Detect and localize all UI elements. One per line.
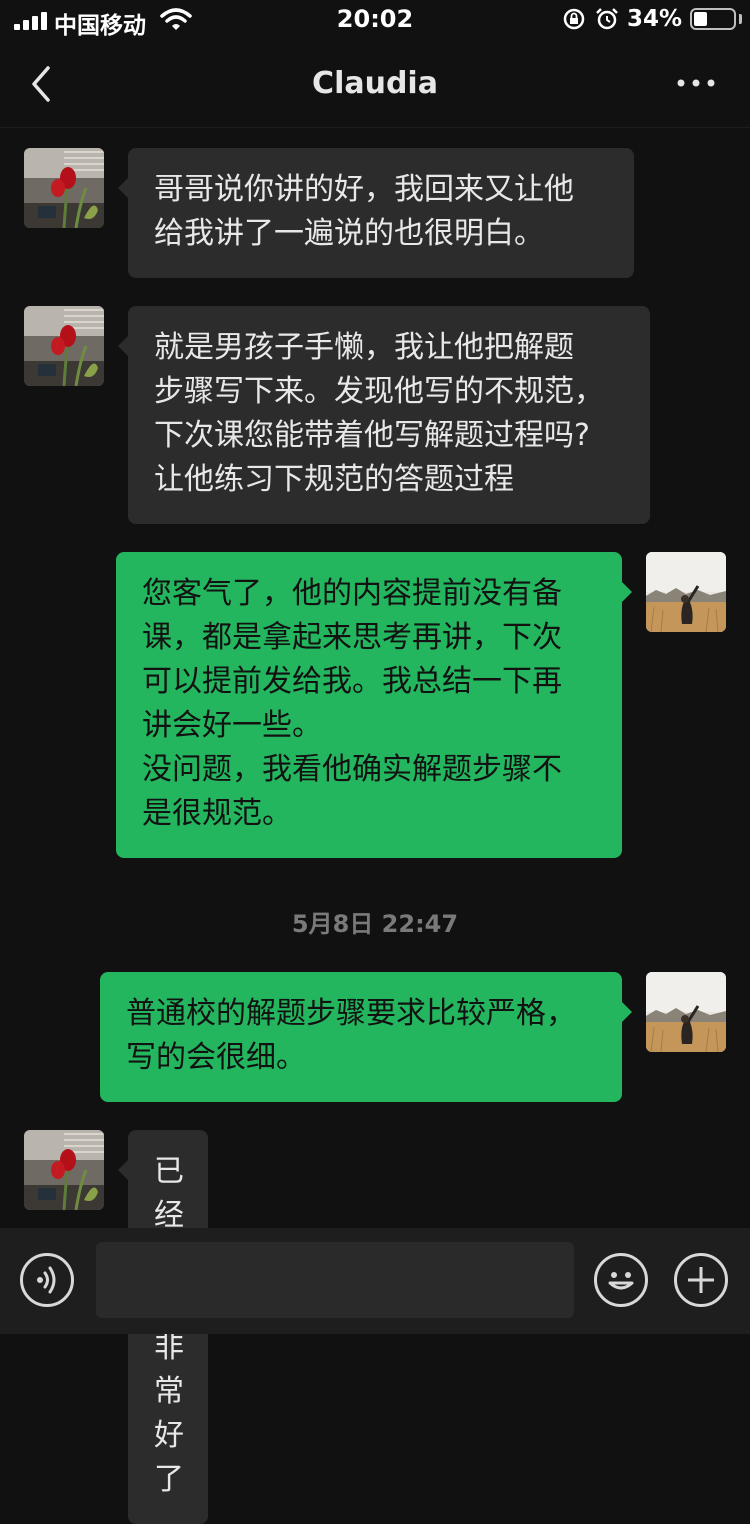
battery-icon <box>690 8 736 30</box>
message-input[interactable] <box>96 1242 574 1318</box>
field-avatar-image <box>646 972 726 1052</box>
field-avatar-image <box>646 552 726 632</box>
message-bubble[interactable]: 您客气了，他的内容提前没有备 课，都是拿起来思考再讲，下次 可以提前发给我。我总… <box>116 552 622 858</box>
message-bubble[interactable]: 哥哥说你讲的好，我回来又让他 给我讲了一遍说的也很明白。 <box>128 148 634 278</box>
emoji-icon <box>608 1272 634 1290</box>
message-bubble[interactable]: 就是男孩子手懒，我让他把解题 步骤写下来。发现他写的不规范， 下次课您能带着他写… <box>128 306 650 524</box>
avatar[interactable] <box>24 1130 104 1210</box>
ellipsis-icon[interactable] <box>676 78 716 88</box>
battery-fill <box>694 12 707 26</box>
avatar[interactable] <box>646 972 726 1052</box>
input-bar <box>0 1228 750 1334</box>
battery-tip <box>739 14 742 24</box>
bubble-tail <box>622 582 632 602</box>
emoji-button[interactable] <box>594 1253 648 1307</box>
status-bar: 中国移动 20:02 34% <box>0 0 750 40</box>
chat-title: Claudia <box>312 66 438 101</box>
plus-icon <box>688 1267 714 1293</box>
bubble-tail <box>118 336 128 356</box>
voice-icon <box>37 1266 56 1294</box>
message-bubble[interactable]: 普通校的解题步骤要求比较严格， 写的会很细。 <box>100 972 622 1102</box>
tulip-avatar-image <box>24 1130 104 1210</box>
tulip-avatar-image <box>24 306 104 386</box>
avatar[interactable] <box>646 552 726 632</box>
bubble-tail <box>118 1160 128 1180</box>
tulip-avatar-image <box>24 148 104 228</box>
battery-percent: 34% <box>627 6 683 32</box>
avatar[interactable] <box>24 148 104 228</box>
chat-header: Claudia <box>0 40 750 128</box>
plus-button[interactable] <box>674 1253 728 1307</box>
rotation-lock-icon <box>563 8 585 30</box>
bubble-tail <box>118 178 128 198</box>
timestamp: 5月8日 22:47 <box>291 910 459 938</box>
alarm-icon <box>596 8 618 30</box>
avatar[interactable] <box>24 306 104 386</box>
voice-button[interactable] <box>20 1253 74 1307</box>
bubble-tail <box>622 1002 632 1022</box>
